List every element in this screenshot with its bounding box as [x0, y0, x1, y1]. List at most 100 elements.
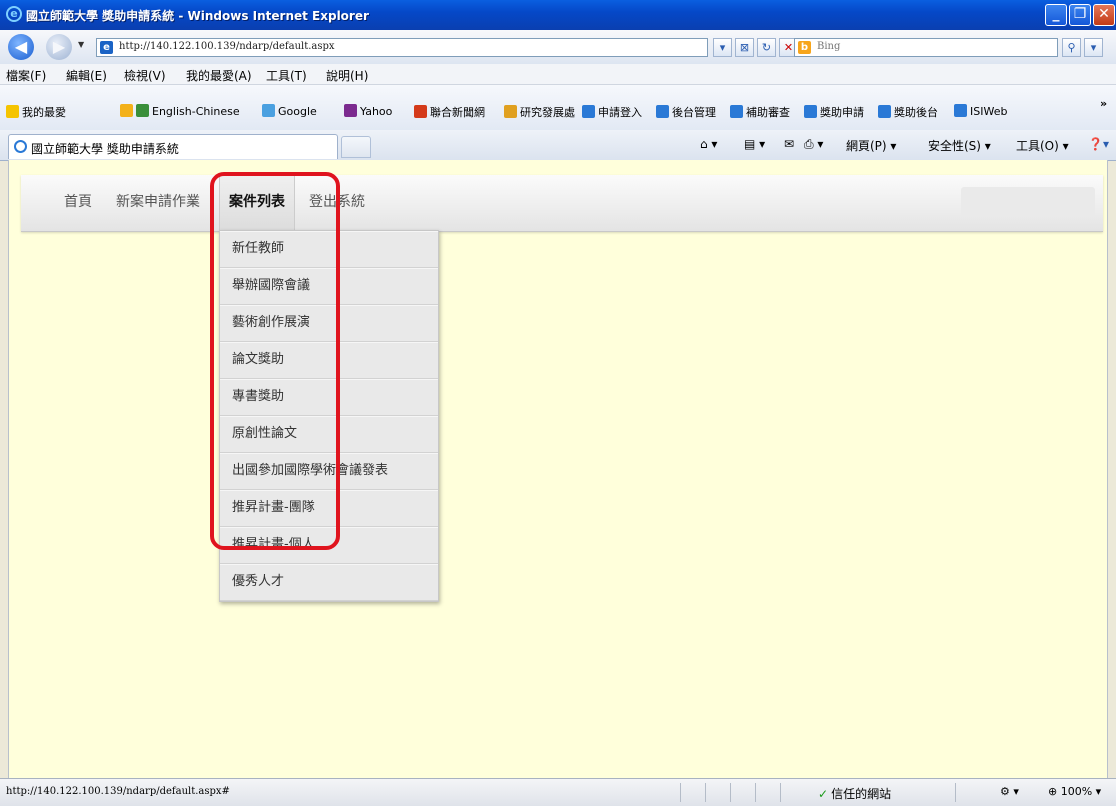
search-icon[interactable]: ⚲	[1062, 38, 1081, 57]
nav-home[interactable]: 首頁	[55, 175, 101, 231]
page-content: 首頁 新案申請作業 案件列表 登出系統 新任教師 舉辦國際會議 藝術創作展演 論…	[8, 160, 1108, 778]
compatibility-icon[interactable]: ⊠	[735, 38, 754, 57]
page-icon: e	[100, 41, 113, 54]
favorites-button[interactable]: 我的最愛	[6, 104, 66, 120]
nav-logout[interactable]: 登出系統	[300, 175, 374, 231]
add-favorite-icon	[120, 104, 133, 117]
dropdown-item[interactable]: 論文獎助	[220, 342, 438, 379]
page-menu[interactable]: 網頁(P) ▾	[846, 137, 896, 154]
site-navbar: 首頁 新案申請作業 案件列表 登出系統	[21, 175, 1103, 232]
print-icon[interactable]: ⎙ ▾	[804, 137, 823, 152]
menu-favorites[interactable]: 我的最愛(A)	[186, 67, 252, 84]
search-options-icon[interactable]: ▾	[1084, 38, 1103, 57]
dropdown-item[interactable]: 原創性論文	[220, 416, 438, 453]
favorites-overflow-icon[interactable]: »	[1100, 97, 1107, 110]
ie-page-icon	[582, 105, 595, 118]
menu-bar: 檔案(F) 編輯(E) 檢視(V) 我的最愛(A) 工具(T) 說明(H)	[0, 64, 1116, 85]
case-list-dropdown: 新任教師 舉辦國際會議 藝術創作展演 論文獎助 專書獎助 原創性論文 出國參加國…	[219, 230, 439, 602]
minimize-button[interactable]: _	[1045, 4, 1067, 26]
tools-menu[interactable]: 工具(O) ▾	[1016, 137, 1069, 154]
dropdown-item[interactable]: 優秀人才	[220, 564, 438, 601]
search-input[interactable]	[815, 40, 1049, 53]
zone-label: 信任的網站	[831, 787, 892, 801]
help-icon[interactable]: ❓▾	[1088, 137, 1109, 151]
favorites-bar: 我的最愛 English-Chinese Google Yahoo 聯合新聞網 …	[0, 85, 1116, 131]
feeds-icon[interactable]: ▤ ▾	[744, 137, 765, 151]
tab-ie-icon	[14, 140, 27, 153]
fav-isiweb[interactable]: ISIWeb	[954, 104, 1007, 118]
tab-active[interactable]: 國立師範大學 獎助申請系統	[8, 134, 338, 159]
dropdown-item[interactable]: 出國參加國際學術會議發表	[220, 453, 438, 490]
ie-page-icon	[656, 105, 669, 118]
zoom-label: 100%	[1060, 785, 1093, 798]
fav-grant-backend[interactable]: 獎助後台	[878, 104, 938, 120]
fav-label: English-Chinese	[152, 105, 240, 118]
forward-button[interactable]: ▶	[46, 34, 72, 60]
navbar-placeholder	[961, 187, 1095, 217]
menu-tools[interactable]: 工具(T)	[266, 67, 307, 84]
status-divider	[680, 783, 681, 802]
favorites-label: 我的最愛	[22, 106, 66, 119]
status-url: http://140.122.100.139/ndarp/default.asp…	[6, 786, 230, 797]
fav-label: 補助審查	[746, 106, 790, 119]
status-divider	[780, 783, 781, 802]
status-divider	[705, 783, 706, 802]
status-bar: http://140.122.100.139/ndarp/default.asp…	[0, 778, 1116, 806]
fav-grant-apply[interactable]: 獎助申請	[804, 104, 864, 120]
dropdown-item[interactable]: 新任教師	[220, 231, 438, 268]
fav-udn[interactable]: 聯合新聞網	[414, 104, 485, 120]
fav-label: 獎助後台	[894, 106, 938, 119]
safety-menu[interactable]: 安全性(S) ▾	[928, 137, 991, 154]
bing-icon: b	[798, 41, 811, 54]
checkmark-icon: ✓	[818, 787, 829, 801]
tab-title: 國立師範大學 獎助申請系統	[31, 142, 179, 156]
back-button[interactable]: ◀	[8, 34, 34, 60]
ie-logo-icon: e	[6, 6, 22, 22]
ie-page-icon	[954, 104, 967, 117]
fav-backend[interactable]: 後台管理	[656, 104, 716, 120]
refresh-icon[interactable]: ↻	[757, 38, 776, 57]
yahoo-icon	[344, 104, 357, 117]
star-icon	[6, 105, 19, 118]
menu-view[interactable]: 檢視(V)	[124, 67, 166, 84]
zoom-control[interactable]: ⊕ 100% ▾	[1048, 785, 1101, 798]
search-field[interactable]: b	[794, 38, 1058, 57]
dropdown-item[interactable]: 舉辦國際會議	[220, 268, 438, 305]
status-divider	[755, 783, 756, 802]
research-icon	[504, 105, 517, 118]
fav-google[interactable]: Google	[262, 104, 317, 118]
new-tab-button[interactable]	[341, 136, 371, 158]
maximize-button[interactable]: ❐	[1069, 4, 1091, 26]
history-dropdown-icon[interactable]: ▼	[78, 40, 84, 49]
nav-new-case[interactable]: 新案申請作業	[107, 175, 209, 231]
udn-icon	[414, 105, 427, 118]
window-title: 國立師範大學 獎助申請系統 - Windows Internet Explore…	[26, 9, 369, 23]
url-dropdown-icon[interactable]: ▾	[713, 38, 732, 57]
mail-icon[interactable]: ✉	[784, 137, 794, 151]
menu-file[interactable]: 檔案(F)	[6, 67, 46, 84]
dropdown-item[interactable]: 專書獎助	[220, 379, 438, 416]
fav-apply-login[interactable]: 申請登入	[582, 104, 642, 120]
dropdown-item[interactable]: 推昇計畫-團隊	[220, 490, 438, 527]
menu-edit[interactable]: 編輯(E)	[66, 67, 107, 84]
nav-case-list[interactable]: 案件列表	[219, 175, 295, 231]
fav-label: 申請登入	[598, 106, 642, 119]
home-icon[interactable]: ⌂ ▾	[700, 137, 717, 151]
fav-label: ISIWeb	[970, 105, 1008, 118]
dropdown-item[interactable]: 推昇計畫-個人	[220, 527, 438, 564]
ie-page-icon	[878, 105, 891, 118]
fav-review[interactable]: 補助審查	[730, 104, 790, 120]
protected-mode-icon[interactable]: ⚙ ▾	[1000, 785, 1019, 798]
url-field[interactable]: e http://140.122.100.139/ndarp/default.a…	[96, 38, 708, 57]
menu-help[interactable]: 說明(H)	[326, 67, 368, 84]
dropdown-item[interactable]: 藝術創作展演	[220, 305, 438, 342]
security-zone[interactable]: ✓ 信任的網站	[818, 785, 891, 802]
close-button[interactable]: ✕	[1093, 4, 1115, 26]
fav-label: Google	[278, 105, 317, 118]
fav-label: 研究發展處	[520, 106, 575, 119]
ie-page-icon	[804, 105, 817, 118]
address-toolbar: ◀ ▶ ▼ e http://140.122.100.139/ndarp/def…	[0, 30, 1116, 64]
fav-yahoo[interactable]: Yahoo	[344, 104, 392, 118]
fav-research[interactable]: 研究發展處	[504, 104, 575, 120]
fav-english-chinese[interactable]: English-Chinese	[120, 104, 240, 118]
